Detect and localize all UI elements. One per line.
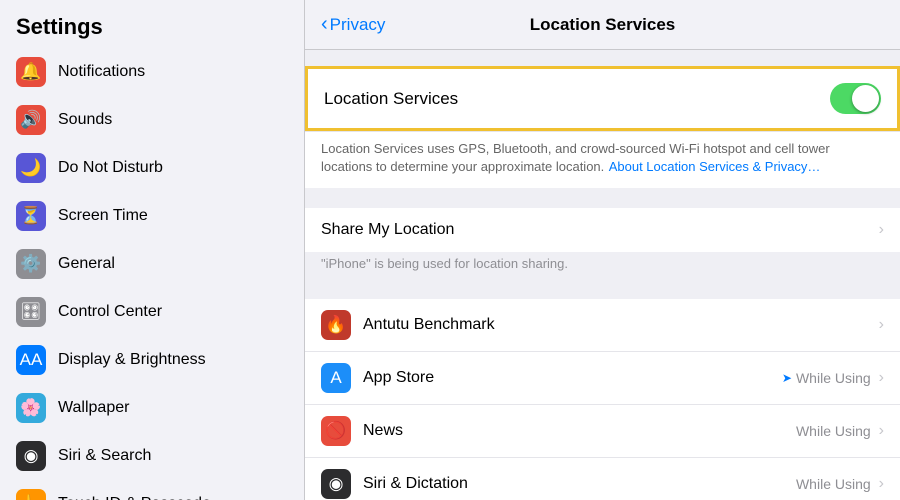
app-label-app-store: App Store (363, 369, 782, 387)
sidebar-label-wallpaper: Wallpaper (58, 399, 129, 417)
share-my-location-section: Share My Location › "iPhone" is being us… (305, 208, 900, 279)
location-services-label: Location Services (324, 89, 458, 109)
toggle-knob (852, 85, 879, 112)
nav-bar: ‹ Privacy Location Services (305, 0, 900, 50)
row-chevron-icon: › (879, 422, 884, 440)
sidebar-label-touch-id: Touch ID & Passcode (58, 495, 211, 500)
location-services-section: Location Services Location Services uses… (305, 66, 900, 188)
sidebar-label-screen-time: Screen Time (58, 207, 148, 225)
app-row-news[interactable]: 🚫 NewsWhile Using › (305, 405, 900, 458)
sidebar-item-general[interactable]: ⚙️ General (0, 240, 304, 288)
sidebar-label-notifications: Notifications (58, 63, 145, 81)
siri-search-icon: ◉ (16, 441, 46, 471)
location-services-row[interactable]: Location Services (305, 66, 900, 131)
notifications-icon: 🔔 (16, 57, 46, 87)
app-label-antutu: Antutu Benchmark (363, 316, 875, 334)
wallpaper-icon: 🌸 (16, 393, 46, 423)
share-my-location-label: Share My Location (321, 221, 879, 239)
share-row-chevron-icon: › (879, 221, 884, 239)
back-chevron-icon: ‹ (321, 13, 328, 36)
main-panel: ‹ Privacy Location Services Location Ser… (305, 0, 900, 500)
share-sublabel: "iPhone" is being used for location shar… (305, 252, 900, 279)
sidebar-header: Settings (0, 0, 304, 48)
sidebar-item-control-center[interactable]: 🎛 Control Center (0, 288, 304, 336)
app-status-text-news: While Using (796, 423, 871, 439)
sidebar-label-sounds: Sounds (58, 111, 112, 129)
touch-id-icon: 👆 (16, 489, 46, 500)
location-services-toggle[interactable] (830, 83, 881, 114)
screen-time-icon: ⏳ (16, 201, 46, 231)
sidebar-item-notifications[interactable]: 🔔 Notifications (0, 48, 304, 96)
sidebar-label-general: General (58, 255, 115, 273)
app-store-icon: A (321, 363, 351, 393)
sidebar-item-touch-id[interactable]: 👆 Touch ID & Passcode (0, 480, 304, 500)
app-status-text-app-store: While Using (796, 370, 871, 386)
share-my-location-row[interactable]: Share My Location › (305, 208, 900, 252)
app-label-siri-dictation: Siri & Dictation (363, 475, 796, 493)
antutu-icon: 🔥 (321, 310, 351, 340)
row-chevron-icon: › (879, 475, 884, 493)
sidebar-item-siri-search[interactable]: ◉ Siri & Search (0, 432, 304, 480)
nav-title: Location Services (530, 15, 676, 35)
location-services-desc: Location Services uses GPS, Bluetooth, a… (305, 131, 900, 188)
row-chevron-icon: › (879, 316, 884, 334)
siri-dictation-icon: ◉ (321, 469, 351, 499)
general-icon: ⚙️ (16, 249, 46, 279)
back-label: Privacy (330, 15, 386, 35)
apps-list: 🔥Antutu Benchmark›AApp Store➤While Using… (305, 299, 900, 500)
location-desc-link[interactable]: About Location Services & Privacy… (609, 159, 821, 174)
app-status-app-store: ➤ While Using › (782, 369, 884, 387)
row-chevron-icon: › (879, 369, 884, 387)
content-area: Location Services Location Services uses… (305, 50, 900, 500)
sidebar-items-container: 🔔 Notifications 🔊 Sounds 🌙 Do Not Disturb ⏳ Scr… (0, 48, 304, 500)
sidebar-label-display-brightness: Display & Brightness (58, 351, 206, 369)
sidebar-item-wallpaper[interactable]: 🌸 Wallpaper (0, 384, 304, 432)
app-row-antutu[interactable]: 🔥 Antutu Benchmark› (305, 299, 900, 352)
app-row-app-store[interactable]: A App Store➤ While Using › (305, 352, 900, 405)
sidebar-item-sounds[interactable]: 🔊 Sounds (0, 96, 304, 144)
sidebar-item-screen-time[interactable]: ⏳ Screen Time (0, 192, 304, 240)
control-center-icon: 🎛 (16, 297, 46, 327)
do-not-disturb-icon: 🌙 (16, 153, 46, 183)
sidebar-label-do-not-disturb: Do Not Disturb (58, 159, 163, 177)
sidebar-item-display-brightness[interactable]: AA Display & Brightness (0, 336, 304, 384)
sidebar-item-do-not-disturb[interactable]: 🌙 Do Not Disturb (0, 144, 304, 192)
back-button[interactable]: ‹ Privacy (321, 13, 385, 36)
display-brightness-icon: AA (16, 345, 46, 375)
app-status-siri-dictation: While Using › (796, 475, 884, 493)
app-status-news: While Using › (796, 422, 884, 440)
news-icon: 🚫 (321, 416, 351, 446)
app-row-siri-dictation[interactable]: ◉ Siri & DictationWhile Using › (305, 458, 900, 500)
sidebar-label-siri-search: Siri & Search (58, 447, 151, 465)
sounds-icon: 🔊 (16, 105, 46, 135)
app-label-news: News (363, 422, 796, 440)
sidebar-label-control-center: Control Center (58, 303, 162, 321)
app-status-antutu: › (875, 316, 884, 334)
location-arrow-icon: ➤ (782, 371, 792, 385)
app-status-text-siri-dictation: While Using (796, 476, 871, 492)
sidebar: Settings 🔔 Notifications 🔊 Sounds 🌙 Do Not Di… (0, 0, 305, 500)
